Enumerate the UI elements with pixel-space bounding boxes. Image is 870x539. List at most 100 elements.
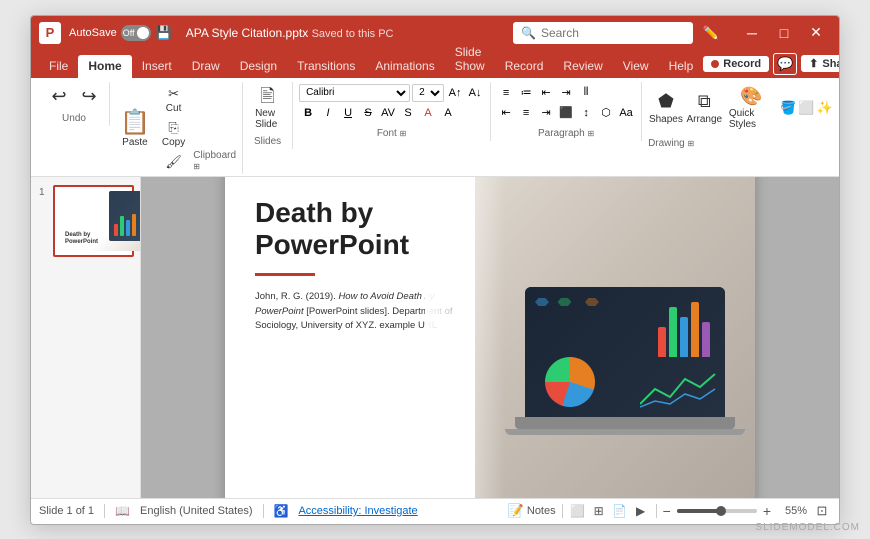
numbered-list-button[interactable]: ≔ (517, 84, 535, 102)
save-icon[interactable]: 💾 (154, 23, 174, 43)
font-color-button[interactable]: A (419, 104, 437, 122)
status-bar: Slide 1 of 1 📖 English (United States) ♿… (31, 498, 839, 524)
arrange-button[interactable]: ⧉ Arrange (686, 89, 723, 127)
font-family-select[interactable]: Calibri Arial Times New Roman (299, 84, 410, 102)
slide-sorter-button[interactable]: ⊞ (590, 502, 608, 520)
close-button[interactable]: ✕ (801, 22, 831, 44)
slide-count: Slide 1 of 1 (39, 505, 94, 517)
copy-button[interactable]: ⎘ Copy (158, 118, 189, 150)
divider-3 (562, 504, 563, 518)
record-button[interactable]: Record (703, 56, 769, 72)
search-input[interactable] (541, 26, 681, 40)
decrease-indent-button[interactable]: ⇤ (537, 84, 555, 102)
font-size-select[interactable]: 24 28 32 (412, 84, 444, 102)
justify-button[interactable]: ⬛ (557, 104, 575, 122)
slide-thumbnail[interactable]: Death byPowerPoint (53, 185, 134, 257)
laptop-illustration (505, 287, 745, 487)
record-dot (711, 60, 719, 68)
status-right: 📝 Notes ⬜ ⊞ 📄 ▶ − + 5 (508, 502, 831, 520)
minimize-button[interactable]: ─ (737, 22, 767, 44)
align-left-button[interactable]: ⇤ (497, 104, 515, 122)
paste-button[interactable]: 📋 Paste (116, 106, 154, 150)
tab-help[interactable]: Help (659, 55, 704, 78)
italic-button[interactable]: I (319, 104, 337, 122)
slide-overlay (425, 177, 505, 498)
bold-button[interactable]: B (299, 104, 317, 122)
comment-icon[interactable]: 💬 (773, 53, 797, 75)
autosave-toggle[interactable]: Off (121, 25, 151, 41)
screen-content (525, 287, 725, 417)
main-area: 1 Dea (31, 177, 839, 498)
strikethrough-button[interactable]: S (359, 104, 377, 122)
shapes-button[interactable]: ⬟ Shapes (648, 89, 684, 127)
convert-to-text-button[interactable]: Aa (617, 104, 635, 122)
restore-button[interactable]: □ (769, 22, 799, 44)
share-button[interactable]: ⬆ Share ▾ (801, 55, 840, 72)
redo-button[interactable]: ↪ (75, 84, 103, 110)
tab-record[interactable]: Record (495, 55, 554, 78)
search-icon: 🔍 (521, 26, 536, 40)
tab-design[interactable]: Design (230, 55, 287, 78)
line-chart (640, 369, 720, 409)
underline-button[interactable]: U (339, 104, 357, 122)
cut-button[interactable]: ✂ Cut (158, 84, 189, 116)
tab-view[interactable]: View (613, 55, 659, 78)
search-box[interactable]: 🔍 (513, 22, 693, 44)
tab-file[interactable]: File (39, 55, 78, 78)
share-icon: ⬆ (809, 57, 818, 70)
columns-button[interactable]: ⫴ (577, 84, 595, 102)
undo-button[interactable]: ↩ (45, 84, 73, 110)
reading-view-button[interactable]: 📄 (611, 502, 629, 520)
format-painter-button[interactable]: 🖌 (158, 152, 189, 172)
shape-fill-button[interactable]: 🪣 (780, 99, 796, 117)
slideshow-button[interactable]: ▶ (632, 502, 650, 520)
decrease-font-button[interactable]: A↓ (466, 84, 484, 102)
zoom-plus-button[interactable]: + (763, 503, 771, 519)
undo-group-label: Undo (62, 109, 86, 124)
notes-icon: 📝 (508, 503, 524, 519)
highlight-button[interactable]: A (439, 104, 457, 122)
redo-icon: ↪ (81, 86, 96, 108)
notes-button[interactable]: 📝 Notes (508, 503, 556, 519)
smart-art-button[interactable]: ⬡ (597, 104, 615, 122)
toggle-circle (137, 27, 149, 39)
bar-4 (691, 302, 699, 357)
tab-review[interactable]: Review (553, 55, 612, 78)
pen-icon[interactable]: ✏️ (699, 22, 723, 44)
fit-slide-button[interactable]: ⊡ (813, 502, 831, 520)
shadow-button[interactable]: S (399, 104, 417, 122)
zoom-minus-button[interactable]: − (663, 503, 671, 519)
zoom-slider[interactable] (677, 509, 757, 513)
new-slide-button[interactable]: 🖹 New Slide (251, 84, 284, 133)
increase-font-button[interactable]: A↑ (446, 84, 464, 102)
slide-panel: 1 Dea (31, 177, 141, 498)
char-spacing-button[interactable]: AV (379, 104, 397, 122)
font-group: Calibri Arial Times New Roman 24 28 32 A… (293, 82, 491, 141)
tab-home[interactable]: Home (78, 55, 131, 78)
clipboard-label: Clipboard ⊞ (193, 148, 236, 172)
paste-icon: 📋 (120, 108, 150, 137)
tab-animations[interactable]: Animations (365, 55, 444, 78)
increase-indent-button[interactable]: ⇥ (557, 84, 575, 102)
slide-right-image (475, 177, 755, 498)
align-right-button[interactable]: ⇥ (537, 104, 555, 122)
normal-view-button[interactable]: ⬜ (569, 502, 587, 520)
tab-draw[interactable]: Draw (182, 55, 230, 78)
shape-outline-button[interactable]: ⬜ (798, 99, 814, 117)
slide-canvas[interactable]: Death by PowerPoint John, R. G. (2019). … (225, 177, 755, 498)
tabs-bar: File Home Insert Draw Design Transitions… (31, 50, 839, 78)
autosave-group: AutoSave Off (69, 25, 151, 41)
ribbon: ↩ ↪ Undo 📋 Paste ✂ Cut (31, 78, 839, 177)
accessibility-label[interactable]: Accessibility: Investigate (298, 505, 417, 517)
arrange-label: Arrange (687, 114, 723, 125)
shape-effects-button[interactable]: ✨ (817, 99, 833, 117)
bullets-button[interactable]: ≡ (497, 84, 515, 102)
line-spacing-button[interactable]: ↕ (577, 104, 595, 122)
tab-transitions[interactable]: Transitions (287, 55, 365, 78)
tab-insert[interactable]: Insert (132, 55, 182, 78)
tab-slideshow[interactable]: Slide Show (445, 41, 495, 78)
align-center-button[interactable]: ≡ (517, 104, 535, 122)
quick-styles-button[interactable]: 🎨 Quick Styles (725, 84, 778, 133)
paragraph-label: Paragraph ⊞ (497, 124, 635, 139)
save-state: Saved to this PC (312, 28, 394, 40)
